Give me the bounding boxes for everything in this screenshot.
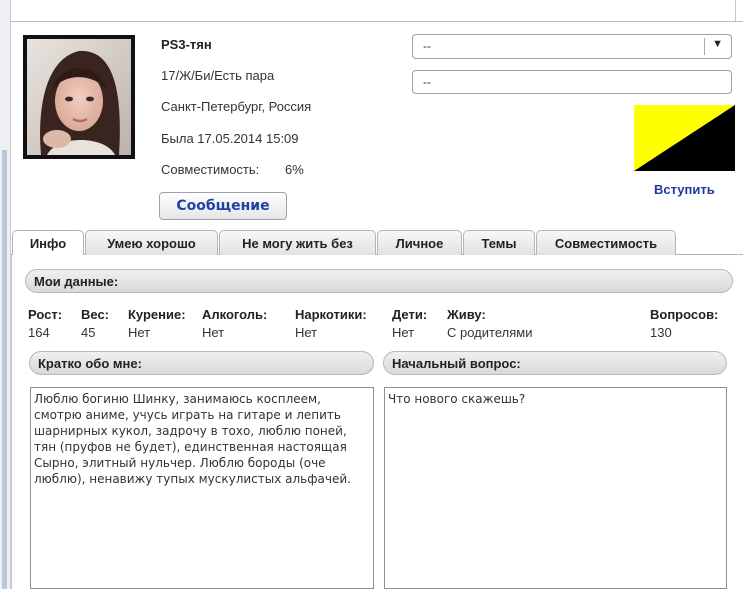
tab-info[interactable]: Инфо (12, 230, 84, 256)
stat-label-drugs: Наркотики: (295, 307, 367, 322)
tab-topics[interactable]: Темы (463, 230, 535, 255)
chevron-down-icon[interactable]: ▼ (712, 38, 723, 50)
left-scroll-strip[interactable] (0, 0, 11, 589)
stat-label-weight: Вес: (81, 307, 110, 322)
tab-good-at[interactable]: Умею хорошо (85, 230, 218, 255)
top-divider (11, 21, 743, 22)
avatar-photo (27, 39, 131, 155)
message-button[interactable]: Сообщение (159, 192, 287, 220)
stat-label-living: Живу: (447, 307, 486, 322)
my-data-header: Мои данные: (25, 269, 733, 293)
community-flag-icon[interactable] (634, 105, 735, 171)
status-select[interactable]: -- ▼ (412, 34, 732, 59)
note-input[interactable]: -- (412, 70, 732, 94)
select-separator (704, 38, 705, 55)
status-select-value: -- (423, 39, 431, 53)
compat-label: Совместимость: (161, 162, 260, 177)
left-scroll-thumb[interactable] (2, 150, 7, 589)
stat-value-alcohol: Нет (202, 325, 225, 340)
stat-value-drugs: Нет (295, 325, 318, 340)
about-text[interactable]: Люблю богиню Шинку, занимаюсь косплеем, … (30, 387, 374, 589)
about-header: Кратко обо мне: (29, 351, 374, 375)
stat-value-living: С родителями (447, 325, 533, 340)
stat-value-height: 164 (28, 325, 50, 340)
profile-details: 17/Ж/Би/Есть пара (161, 68, 275, 83)
tab-compatibility[interactable]: Совместимость (536, 230, 676, 255)
join-link[interactable]: Вступить (654, 182, 715, 197)
stat-value-questions: 130 (650, 325, 672, 340)
top-divider-vertical (735, 0, 736, 22)
stat-label-questions: Вопросов: (650, 307, 719, 322)
stat-label-height: Рост: (28, 307, 63, 322)
stat-value-smoking: Нет (128, 325, 151, 340)
tab-cant-live-without[interactable]: Не могу жить без (219, 230, 376, 255)
profile-location: Санкт-Петербург, Россия (161, 99, 312, 114)
avatar[interactable] (23, 35, 135, 159)
stat-value-weight: 45 (81, 325, 96, 340)
stat-label-smoking: Курение: (128, 307, 186, 322)
profile-last-seen: Была 17.05.2014 15:09 (161, 131, 299, 146)
stat-label-children: Дети: (392, 307, 428, 322)
stat-label-alcohol: Алкоголь: (202, 307, 268, 322)
stat-value-children: Нет (392, 325, 415, 340)
compat-value: 6% (285, 162, 304, 177)
question-header: Начальный вопрос: (383, 351, 727, 375)
tab-personal[interactable]: Личное (377, 230, 462, 255)
question-text[interactable]: Что нового скажешь? (384, 387, 727, 589)
profile-name: PS3-тян (161, 37, 212, 52)
